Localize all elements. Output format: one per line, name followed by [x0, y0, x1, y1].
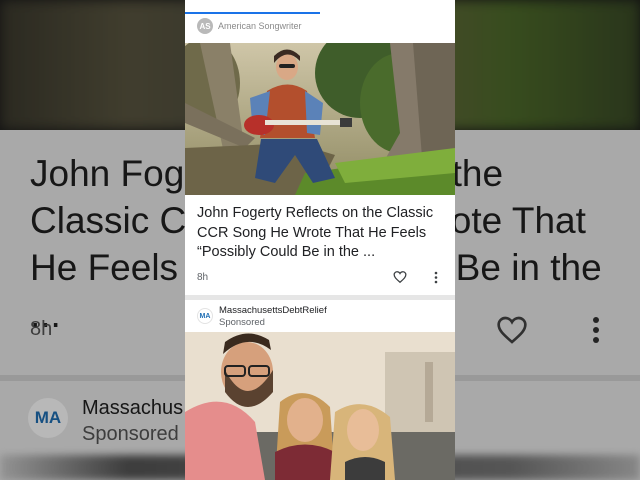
source-logo: AS — [197, 18, 213, 34]
advertiser-logo: MA — [197, 308, 213, 324]
more-vert-icon[interactable] — [433, 271, 439, 284]
source-name: American Songwriter — [218, 21, 302, 31]
sponsored-label: Sponsored — [219, 317, 265, 328]
heart-icon[interactable] — [393, 270, 407, 284]
hero-photo — [185, 43, 455, 195]
sponsored-card[interactable]: MA MassachusettsDebtRelief Sponsored — [185, 300, 455, 480]
article-headline[interactable]: John Fogerty Reflects on the Classic CCR… — [197, 204, 449, 263]
news-feed[interactable]: AS American Songwriter John Fogerty Refl… — [185, 0, 455, 480]
article-hero-image[interactable] — [185, 43, 455, 195]
ad-photo — [185, 332, 455, 480]
tab-bar — [185, 0, 455, 14]
source-row: AS American Songwriter — [197, 18, 302, 34]
article-card[interactable]: AS American Songwriter John Fogerty Refl… — [185, 14, 455, 295]
advertiser-name[interactable]: MassachusettsDebtRelief — [219, 305, 327, 316]
article-time: 8h — [197, 272, 209, 283]
ad-image[interactable] — [185, 332, 455, 480]
